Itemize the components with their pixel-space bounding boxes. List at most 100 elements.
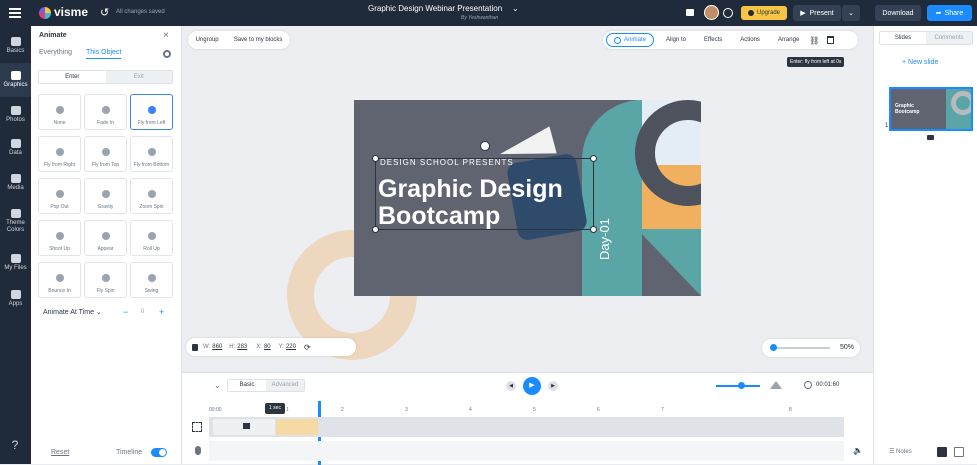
anim-appear[interactable]: Appear bbox=[84, 220, 127, 256]
actions-button[interactable]: Actions bbox=[740, 37, 760, 43]
undo-icon[interactable]: ↺ bbox=[100, 6, 109, 19]
tab-this-object[interactable]: This Object bbox=[86, 49, 122, 59]
help-icon[interactable]: ? bbox=[8, 438, 22, 452]
new-slide-button[interactable]: + New slide bbox=[902, 59, 938, 66]
anim-none[interactable]: None bbox=[38, 94, 81, 130]
resize-handle[interactable] bbox=[372, 226, 379, 233]
day-label: Day-01 bbox=[597, 218, 612, 260]
anim-bounce-in[interactable]: Bounce In bbox=[38, 262, 81, 298]
close-icon[interactable]: × bbox=[163, 30, 169, 41]
grid-view-icon[interactable] bbox=[937, 447, 947, 457]
tick: 2 bbox=[341, 407, 344, 413]
animate-at-time-select[interactable]: Animate At Time ⌄ bbox=[43, 308, 102, 316]
document-title[interactable]: Graphic Design Webinar Presentation bbox=[368, 4, 502, 13]
anim-fly-from-left[interactable]: Fly from Left bbox=[130, 94, 173, 130]
increment-button[interactable]: + bbox=[159, 307, 164, 317]
rail-item-theme-colors[interactable]: Theme Colors bbox=[0, 204, 31, 238]
anim-roll-up[interactable]: Roll Up bbox=[130, 220, 173, 256]
volume-icon[interactable]: 🔈 bbox=[853, 446, 863, 455]
animate-button[interactable]: Animate bbox=[606, 33, 654, 47]
notes-button[interactable]: ☰ Notes bbox=[889, 448, 912, 455]
rail-item-media[interactable]: Media bbox=[0, 166, 31, 200]
list-view-icon[interactable] bbox=[954, 447, 964, 457]
track-clip[interactable] bbox=[213, 419, 275, 435]
rail-item-apps[interactable]: Apps bbox=[0, 282, 31, 316]
y-value[interactable]: 220 bbox=[286, 344, 296, 350]
anim-fly-from-bottom[interactable]: Fly from Bottom bbox=[130, 136, 173, 172]
play-button[interactable]: ▶ bbox=[523, 377, 541, 395]
time-value[interactable]: 0 bbox=[141, 309, 144, 315]
save-to-blocks-button[interactable]: Save to my blocks bbox=[234, 37, 283, 43]
timeline-zoom-thumb[interactable] bbox=[738, 382, 745, 389]
timeline-collapse-icon[interactable]: ⌄ bbox=[214, 381, 221, 390]
resize-handle[interactable] bbox=[590, 155, 597, 162]
link-icon[interactable]: ⛓ bbox=[809, 36, 819, 45]
zoom-slider-thumb[interactable] bbox=[770, 344, 777, 351]
height-value[interactable]: 283 bbox=[237, 344, 247, 350]
slide-thumbnail[interactable]: Graphic Bootcamp bbox=[889, 87, 973, 131]
effects-button[interactable]: Effects bbox=[704, 37, 722, 43]
decrement-button[interactable]: − bbox=[123, 307, 128, 317]
rail-item-graphics[interactable]: Graphics bbox=[0, 63, 31, 97]
object-toolbar-right: Animate Align to Effects Actions Arrange… bbox=[603, 31, 858, 49]
tile-label: Fade In bbox=[97, 120, 114, 126]
rail-item-my-files[interactable]: My Files bbox=[0, 246, 31, 280]
anim-fly-spin[interactable]: Fly Spin bbox=[84, 262, 127, 298]
ungroup-button[interactable]: Ungroup bbox=[196, 37, 219, 43]
lock-icon[interactable] bbox=[192, 343, 198, 351]
x-value[interactable]: 80 bbox=[264, 344, 271, 350]
chevron-down-icon[interactable]: ⌄ bbox=[512, 4, 519, 13]
present-button[interactable]: ▶ Present bbox=[793, 5, 841, 21]
rotate-icon[interactable]: ⟳ bbox=[304, 343, 311, 352]
tick: 3 bbox=[405, 407, 408, 413]
object-toolbar-left: Ungroup Save to my blocks bbox=[188, 31, 290, 49]
zoom-slider[interactable] bbox=[770, 347, 830, 349]
rail-item-basics[interactable]: Basics bbox=[0, 29, 31, 63]
arrange-button[interactable]: Arrange bbox=[778, 37, 799, 43]
tab-exit[interactable]: Exit bbox=[105, 71, 172, 83]
present-options-button[interactable]: ⌄ bbox=[842, 5, 860, 21]
rail-item-photos[interactable]: Photos bbox=[0, 98, 31, 132]
resize-handle[interactable] bbox=[372, 155, 379, 162]
resize-handle[interactable] bbox=[590, 226, 597, 233]
download-button[interactable]: Download bbox=[875, 5, 921, 21]
info-icon[interactable] bbox=[723, 8, 733, 18]
app-logo: visme bbox=[54, 5, 89, 19]
reset-link[interactable]: Reset bbox=[51, 449, 69, 456]
slide[interactable]: Day-01 DESIGN SCHOOL PRESENTS Graphic De… bbox=[354, 100, 701, 296]
present-label: Present bbox=[809, 9, 834, 17]
tab-enter[interactable]: Enter bbox=[39, 71, 106, 83]
tick: 00:00 bbox=[209, 407, 222, 413]
menu-icon[interactable] bbox=[9, 8, 21, 18]
anim-fly-from-top[interactable]: Fly from Top bbox=[84, 136, 127, 172]
rotate-handle-icon[interactable] bbox=[480, 141, 490, 151]
anim-zoom-spin[interactable]: Zoom Spin bbox=[130, 178, 173, 214]
tab-basic[interactable]: Basic bbox=[228, 380, 266, 391]
anim-shoot-up[interactable]: Shoot Up bbox=[38, 220, 81, 256]
next-icon[interactable]: ▶ bbox=[548, 381, 558, 391]
timeline-toggle[interactable] bbox=[151, 448, 167, 457]
tab-slides[interactable]: Slides bbox=[880, 32, 926, 44]
width-value[interactable]: 860 bbox=[212, 344, 222, 350]
animation-bar[interactable] bbox=[276, 419, 318, 435]
previous-icon[interactable]: ◀ bbox=[506, 381, 516, 391]
align-to-button[interactable]: Align to bbox=[666, 37, 686, 43]
anim-fly-from-right[interactable]: Fly from Right bbox=[38, 136, 81, 172]
tab-everything[interactable]: Everything bbox=[39, 49, 72, 56]
anim-pop-out[interactable]: Pop Out bbox=[38, 178, 81, 214]
share-button[interactable]: ➦ Share bbox=[927, 5, 972, 21]
rail-item-data[interactable]: Data bbox=[0, 131, 31, 165]
anim-fade-in[interactable]: Fade In bbox=[84, 94, 127, 130]
trash-icon[interactable] bbox=[827, 36, 835, 44]
tile-label: Fly from Bottom bbox=[133, 162, 170, 168]
avatar[interactable] bbox=[704, 5, 719, 20]
anim-swing[interactable]: Swing bbox=[130, 262, 173, 298]
tab-comments[interactable]: Comments bbox=[926, 32, 972, 44]
anim-gravity[interactable]: Gravity bbox=[84, 178, 127, 214]
comment-icon[interactable] bbox=[686, 9, 694, 16]
microphone-icon[interactable] bbox=[195, 446, 201, 455]
settings-icon[interactable] bbox=[163, 50, 171, 58]
upgrade-button[interactable]: Upgrade bbox=[741, 6, 787, 20]
tab-advanced[interactable]: Advanced bbox=[266, 380, 304, 391]
selection-box[interactable] bbox=[375, 158, 594, 230]
